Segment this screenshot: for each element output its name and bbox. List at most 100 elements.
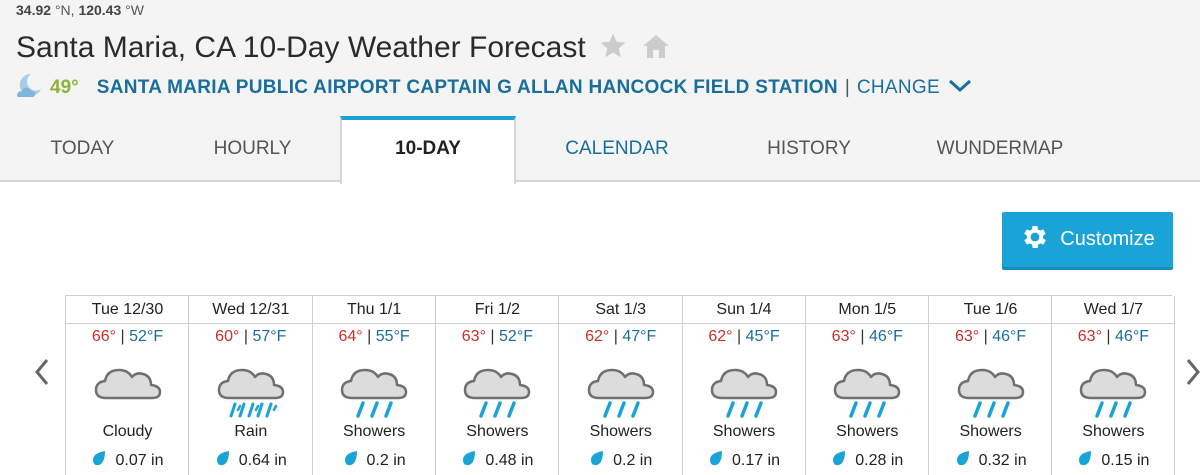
latitude-value: 34.92 xyxy=(16,2,52,18)
high-temp: 62° xyxy=(708,328,733,345)
forecast-day[interactable]: Sun 1/4 62° | 45°F Showers 0.17 in xyxy=(681,296,806,475)
day-date: Sat 1/3 xyxy=(559,296,683,324)
precip-amount: 0.2 in xyxy=(613,451,653,469)
showers-icon xyxy=(683,358,806,420)
day-temperatures: 63° | 46°F xyxy=(806,328,929,350)
home-icon[interactable] xyxy=(640,32,672,65)
day-temperatures: 62° | 45°F xyxy=(683,328,806,350)
showers-icon xyxy=(559,358,682,420)
day-precipitation: 0.2 in xyxy=(313,449,436,472)
temp-separator: | xyxy=(120,328,125,345)
rain-icon xyxy=(189,358,312,420)
tab-wundermap[interactable]: WUNDERMAP xyxy=(900,116,1100,182)
precip-amount: 0.07 in xyxy=(115,451,164,469)
day-temperatures: 63° | 46°F xyxy=(929,328,1052,350)
temp-separator: | xyxy=(613,328,618,345)
day-temperatures: 64° | 55°F xyxy=(313,328,436,350)
raindrop-icon xyxy=(708,449,724,472)
day-precipitation: 0.64 in xyxy=(189,449,312,472)
raindrop-icon xyxy=(955,449,971,472)
tab-10-day[interactable]: 10-DAY xyxy=(340,116,516,184)
day-condition: Showers xyxy=(959,423,1022,440)
chevron-right-icon[interactable] xyxy=(1184,356,1200,393)
high-temp: 63° xyxy=(1077,328,1102,345)
forecast-day[interactable]: Sat 1/3 62° | 47°F Showers 0.2 in xyxy=(558,296,683,475)
day-precipitation: 0.07 in xyxy=(66,449,189,472)
temp-separator: | xyxy=(243,328,248,345)
forecast-day[interactable]: Tue 12/30 66° | 52°F Cloudy 0.07 in xyxy=(65,296,189,475)
high-temp: 62° xyxy=(585,328,610,345)
coordinates: 34.92 °N, 120.43 °W xyxy=(16,2,144,18)
high-temp: 63° xyxy=(954,328,980,345)
gear-icon xyxy=(1020,222,1050,258)
day-condition: Showers xyxy=(589,423,652,440)
showers-icon xyxy=(806,358,929,420)
raindrop-icon xyxy=(91,449,107,472)
tab-calendar[interactable]: CALENDAR xyxy=(516,116,718,182)
chevron-down-icon[interactable] xyxy=(948,78,972,99)
forecast-day[interactable]: Thu 1/1 64° | 55°F Showers 0.2 in xyxy=(311,296,436,475)
high-temp: 66° xyxy=(91,328,117,345)
customize-button[interactable]: Customize xyxy=(1002,212,1173,270)
longitude-unit: °W xyxy=(125,2,144,18)
precip-amount: 0.64 in xyxy=(238,451,287,469)
day-date: Wed 1/7 xyxy=(1052,296,1175,324)
moon-cloud-icon xyxy=(14,72,44,105)
day-date: Thu 1/1 xyxy=(312,296,436,324)
ten-day-forecast: Tue 12/30 66° | 52°F Cloudy 0.07 in Wed 12/3… xyxy=(65,295,1176,475)
high-temp: 60° xyxy=(215,328,240,345)
forecast-day[interactable]: Mon 1/5 63° | 46°F Showers 0.28 in xyxy=(804,296,929,475)
title-row: Santa Maria, CA 10-Day Weather Forecast xyxy=(16,30,672,66)
day-temperatures: 63° | 46°F xyxy=(1052,328,1174,350)
station-separator: | xyxy=(844,77,850,98)
chevron-left-icon[interactable] xyxy=(32,356,52,393)
forecast-day[interactable]: Tue 1/6 63° | 46°F Showers 0.32 in xyxy=(928,296,1053,475)
current-temperature: 49° xyxy=(50,77,79,98)
low-temp: 45°F xyxy=(745,328,780,345)
showers-icon xyxy=(1052,358,1174,420)
day-temperatures: 62° | 47°F xyxy=(559,328,682,350)
temp-separator: | xyxy=(367,328,372,345)
day-condition: Showers xyxy=(466,423,529,440)
day-precipitation: 0.28 in xyxy=(806,449,929,472)
day-date: Tue 12/30 xyxy=(66,296,189,324)
tab-today[interactable]: TODAY xyxy=(0,116,165,182)
station-name-link[interactable]: SANTA MARIA PUBLIC AIRPORT CAPTAIN G ALL… xyxy=(97,77,838,99)
day-condition: Cloudy xyxy=(102,423,153,440)
page-header: 34.92 °N, 120.43 °W Santa Maria, CA 10-D… xyxy=(0,0,1200,118)
tab-hourly[interactable]: HOURLY xyxy=(165,116,340,182)
day-precipitation: 0.15 in xyxy=(1052,449,1174,472)
day-date: Fri 1/2 xyxy=(435,296,559,324)
cloud-icon xyxy=(66,358,189,420)
day-precipitation: 0.48 in xyxy=(436,449,559,472)
precip-amount: 0.15 in xyxy=(1101,451,1150,469)
day-condition: Rain xyxy=(234,423,268,440)
day-date: Sun 1/4 xyxy=(682,296,806,324)
temp-separator: | xyxy=(1106,328,1111,345)
day-precipitation: 0.17 in xyxy=(683,449,806,472)
forecast-day[interactable]: Wed 12/31 60° | 57°F Rain 0.64 in xyxy=(188,296,313,475)
precip-amount: 0.28 in xyxy=(855,451,904,469)
raindrop-icon xyxy=(343,449,359,472)
latitude-unit: °N, xyxy=(54,2,75,18)
raindrop-icon xyxy=(461,449,477,472)
tab-history[interactable]: HISTORY xyxy=(718,116,900,182)
low-temp: 47°F xyxy=(622,328,657,345)
longitude-value: 120.43 xyxy=(78,2,122,18)
page-title: Santa Maria, CA 10-Day Weather Forecast xyxy=(16,31,586,64)
forecast-day[interactable]: Fri 1/2 63° | 52°F Showers 0.48 in xyxy=(434,296,559,475)
low-temp: 52°F xyxy=(129,328,164,345)
high-temp: 63° xyxy=(461,328,486,345)
temp-separator: | xyxy=(860,328,865,345)
day-precipitation: 0.32 in xyxy=(929,449,1052,472)
low-temp: 55°F xyxy=(375,328,410,345)
high-temp: 64° xyxy=(338,328,363,345)
day-temperatures: 60° | 57°F xyxy=(189,328,312,350)
favorite-star-icon[interactable] xyxy=(598,31,628,66)
forecast-day[interactable]: Wed 1/7 63° | 46°F Showers 0.15 in xyxy=(1051,296,1176,475)
day-temperatures: 66° | 52°F xyxy=(66,328,189,350)
day-condition: Showers xyxy=(712,423,776,440)
station-row: 49° SANTA MARIA PUBLIC AIRPORT CAPTAIN G… xyxy=(14,72,972,105)
change-station-link[interactable]: CHANGE xyxy=(857,77,940,99)
day-condition: Showers xyxy=(836,423,899,440)
